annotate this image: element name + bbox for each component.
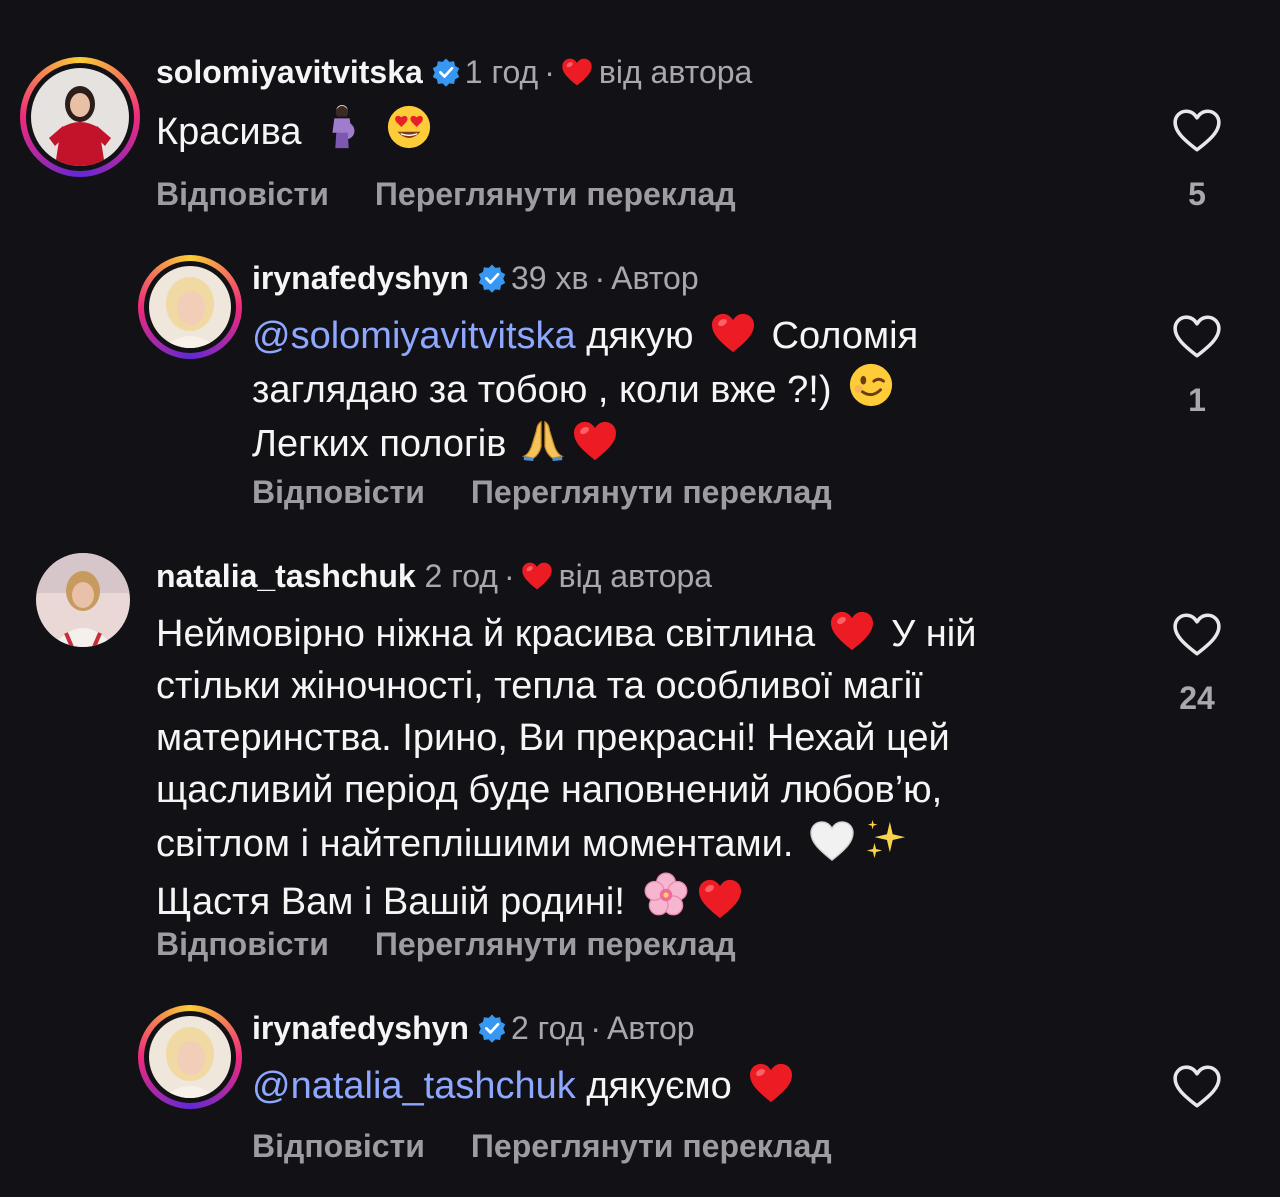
like-heart-icon[interactable] bbox=[1172, 314, 1222, 360]
timestamp: 39 хв bbox=[510, 260, 589, 296]
avatar[interactable] bbox=[138, 255, 242, 359]
verified-badge-icon bbox=[431, 57, 461, 87]
comment-line: Щастя Вам і Вашій родині! bbox=[156, 870, 976, 926]
username[interactable]: irynafedyshyn bbox=[252, 1010, 469, 1046]
heart-icon bbox=[521, 561, 553, 591]
comment-text: Красива bbox=[156, 104, 438, 158]
like-heart-icon[interactable] bbox=[1172, 108, 1222, 154]
comment-text-content: стільки жіночності, тепла та особливої м… bbox=[156, 665, 923, 707]
comment-text-content: дякую bbox=[586, 315, 694, 357]
reply-button[interactable]: Відповісти bbox=[156, 926, 329, 962]
comment-text-content: дякуємо bbox=[586, 1065, 732, 1107]
mention-link[interactable]: @solomiyavitvitska bbox=[252, 315, 576, 357]
comment-header: irynafedyshyn 39 хв · Автор bbox=[252, 258, 699, 298]
winking-face-emoji-icon bbox=[848, 362, 894, 408]
comment-text-content: світлом і найтеплішими моментами. bbox=[156, 823, 794, 865]
avatar-photo bbox=[149, 1016, 231, 1098]
separator-dot: · bbox=[590, 1010, 602, 1046]
sparkles-emoji-icon bbox=[863, 816, 909, 862]
comment-actions: Відповісти Переглянути переклад bbox=[156, 176, 736, 213]
comment-text-content: материнства. Ірино, Ви прекрасні! Нехай … bbox=[156, 717, 950, 759]
comment-line: материнства. Ірино, Ви прекрасні! Нехай … bbox=[156, 712, 976, 764]
author-label: Автор bbox=[607, 1010, 695, 1046]
author-label: Автор bbox=[611, 260, 699, 296]
avatar-photo bbox=[31, 68, 129, 166]
heart-icon bbox=[561, 57, 593, 87]
avatar[interactable] bbox=[36, 553, 130, 647]
like-heart-icon[interactable] bbox=[1172, 612, 1222, 658]
like-count: 24 bbox=[1179, 680, 1215, 716]
comment-text-content: У ній bbox=[891, 613, 977, 655]
see-translation-button[interactable]: Переглянути переклад bbox=[471, 474, 832, 510]
verified-badge-icon bbox=[477, 263, 507, 293]
comment-line: щасливий період буде наповнений любов’ю, bbox=[156, 764, 976, 816]
liked-by-author-label: від автора bbox=[598, 54, 753, 90]
avatar[interactable] bbox=[20, 57, 140, 177]
username[interactable]: natalia_tashchuk bbox=[156, 558, 416, 594]
comment-actions: Відповісти Переглянути переклад bbox=[156, 926, 736, 963]
comment-line: Легких пологів bbox=[252, 416, 918, 470]
see-translation-button[interactable]: Переглянути переклад bbox=[375, 926, 736, 962]
comment-header: natalia_tashchuk 2 год · від автора bbox=[156, 556, 712, 596]
separator-dot: · bbox=[544, 54, 555, 90]
like-heart-icon[interactable] bbox=[1172, 1064, 1222, 1110]
pregnant-woman-emoji-icon bbox=[322, 104, 362, 150]
comment-text-content: Легких пологів bbox=[252, 423, 507, 465]
reply-button[interactable]: Відповісти bbox=[252, 474, 425, 510]
red-heart-emoji-icon bbox=[697, 878, 743, 920]
comment-actions: Відповісти Переглянути переклад bbox=[252, 1128, 832, 1165]
username[interactable]: solomiyavitvitska bbox=[156, 54, 423, 90]
username[interactable]: irynafedyshyn bbox=[252, 260, 469, 296]
reply-button[interactable]: Відповісти bbox=[156, 176, 329, 212]
avatar-photo bbox=[149, 266, 231, 348]
see-translation-button[interactable]: Переглянути переклад bbox=[471, 1128, 832, 1164]
comment-text: @natalia_tashchuk дякуємо bbox=[252, 1060, 800, 1112]
comment-text-content: щасливий період буде наповнений любов’ю, bbox=[156, 769, 943, 811]
comment-header: solomiyavitvitska 1 год · від автора bbox=[156, 52, 752, 92]
separator-dot: · bbox=[594, 260, 606, 296]
comment-text-content: Неймовірно ніжна й красива світлина bbox=[156, 613, 816, 655]
avatar[interactable] bbox=[138, 1005, 242, 1109]
mention-link[interactable]: @natalia_tashchuk bbox=[252, 1065, 576, 1107]
avatar-photo bbox=[36, 553, 130, 647]
like-count: 5 bbox=[1188, 176, 1206, 212]
folded-hands-emoji-icon bbox=[520, 416, 566, 462]
liked-by-author-label: від автора bbox=[558, 558, 713, 594]
timestamp: 2 год bbox=[510, 1010, 585, 1046]
timestamp: 1 год bbox=[464, 54, 539, 90]
cherry-blossom-emoji-icon bbox=[641, 870, 691, 920]
comment-line: заглядаю за тобою , коли вже ?!) bbox=[252, 362, 918, 416]
heart-eyes-emoji-icon bbox=[386, 104, 432, 150]
like-count: 1 bbox=[1188, 382, 1206, 418]
red-heart-emoji-icon bbox=[829, 610, 875, 652]
comment-actions: Відповісти Переглянути переклад bbox=[252, 474, 832, 511]
comment-text-content: Красива bbox=[156, 111, 302, 153]
comment-line: стільки жіночності, тепла та особливої м… bbox=[156, 660, 976, 712]
comment-line: Неймовірно ніжна й красива світлина У ній bbox=[156, 608, 976, 660]
comment-text-content: Соломія bbox=[771, 315, 919, 357]
comment-text: Неймовірно ніжна й красива світлина У ній… bbox=[156, 608, 976, 926]
comment-text-content: заглядаю за тобою , коли вже ?!) bbox=[252, 369, 832, 411]
comment-text: @solomiyavitvitska дякую Соломія заглядаю… bbox=[252, 310, 918, 470]
see-translation-button[interactable]: Переглянути переклад bbox=[375, 176, 736, 212]
comment-line: @solomiyavitvitska дякую Соломія bbox=[252, 310, 918, 362]
red-heart-emoji-icon bbox=[572, 420, 618, 462]
comment-line: світлом і найтеплішими моментами. bbox=[156, 816, 976, 870]
comment-header: irynafedyshyn 2 год · Автор bbox=[252, 1008, 695, 1048]
reply-button[interactable]: Відповісти bbox=[252, 1128, 425, 1164]
white-heart-emoji-icon bbox=[809, 820, 855, 862]
separator-dot: · bbox=[503, 558, 515, 594]
red-heart-emoji-icon bbox=[748, 1062, 794, 1104]
verified-badge-icon bbox=[477, 1013, 507, 1043]
timestamp: 2 год bbox=[424, 558, 498, 594]
red-heart-emoji-icon bbox=[710, 312, 756, 354]
comment-text-content: Щастя Вам і Вашій родині! bbox=[156, 881, 625, 923]
